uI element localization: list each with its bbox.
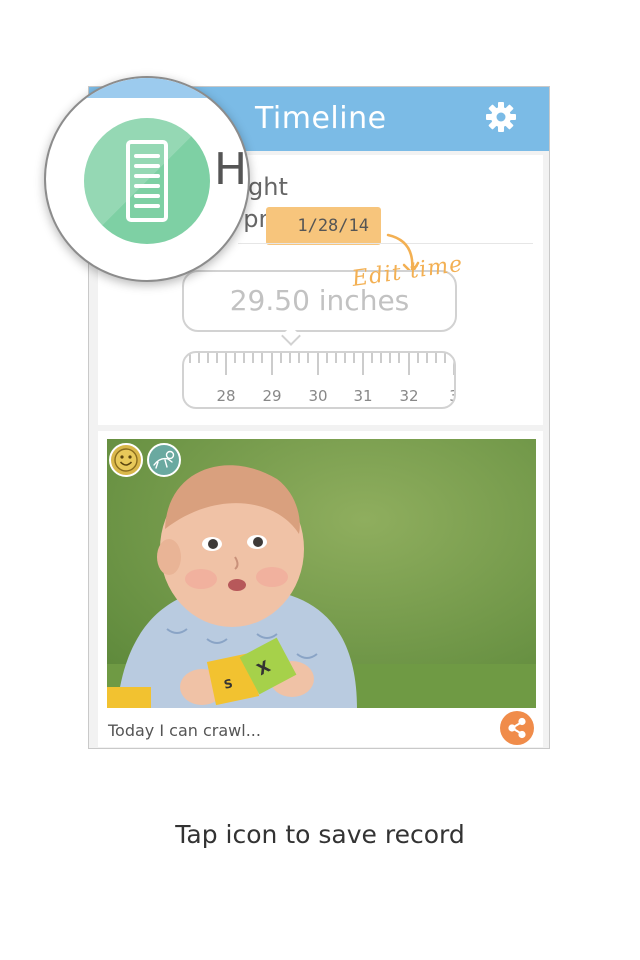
record-type-label: ght (248, 173, 288, 201)
ruler-label: 3 (449, 387, 454, 405)
gear-icon[interactable] (485, 101, 517, 133)
crawling-baby-badge-icon[interactable] (147, 443, 181, 477)
icon-sheen (84, 118, 210, 244)
baby-photo[interactable]: X S (107, 439, 536, 708)
baby-photo-illustration: X S (107, 439, 536, 708)
magnifier-callout: H (44, 76, 250, 282)
tagline: Tap icon to save record (175, 820, 465, 849)
magnified-header (46, 78, 248, 98)
page-title: Timeline (255, 101, 387, 136)
save-record-button[interactable] (84, 118, 210, 244)
photo-caption[interactable]: Today I can crawl... (108, 721, 261, 740)
ruler-label: 30 (308, 387, 328, 405)
ruler-label: 29 (262, 387, 282, 405)
photo-card: X S Today I can crawl... (98, 431, 543, 747)
ruler-labels: 28 29 30 31 32 3 (184, 387, 454, 405)
magnified-type-label: H (214, 144, 248, 195)
smiley-badge-icon[interactable] (109, 443, 143, 477)
ruler-label: 28 (216, 387, 236, 405)
record-date-button[interactable]: 1/28/14 (266, 207, 381, 245)
share-button[interactable] (500, 711, 534, 745)
ruler-label: 32 (399, 387, 419, 405)
ruler-label: 31 (353, 387, 373, 405)
share-icon (508, 717, 526, 739)
measurement-ruler-slider[interactable]: 28 29 30 31 32 3 (182, 351, 456, 409)
